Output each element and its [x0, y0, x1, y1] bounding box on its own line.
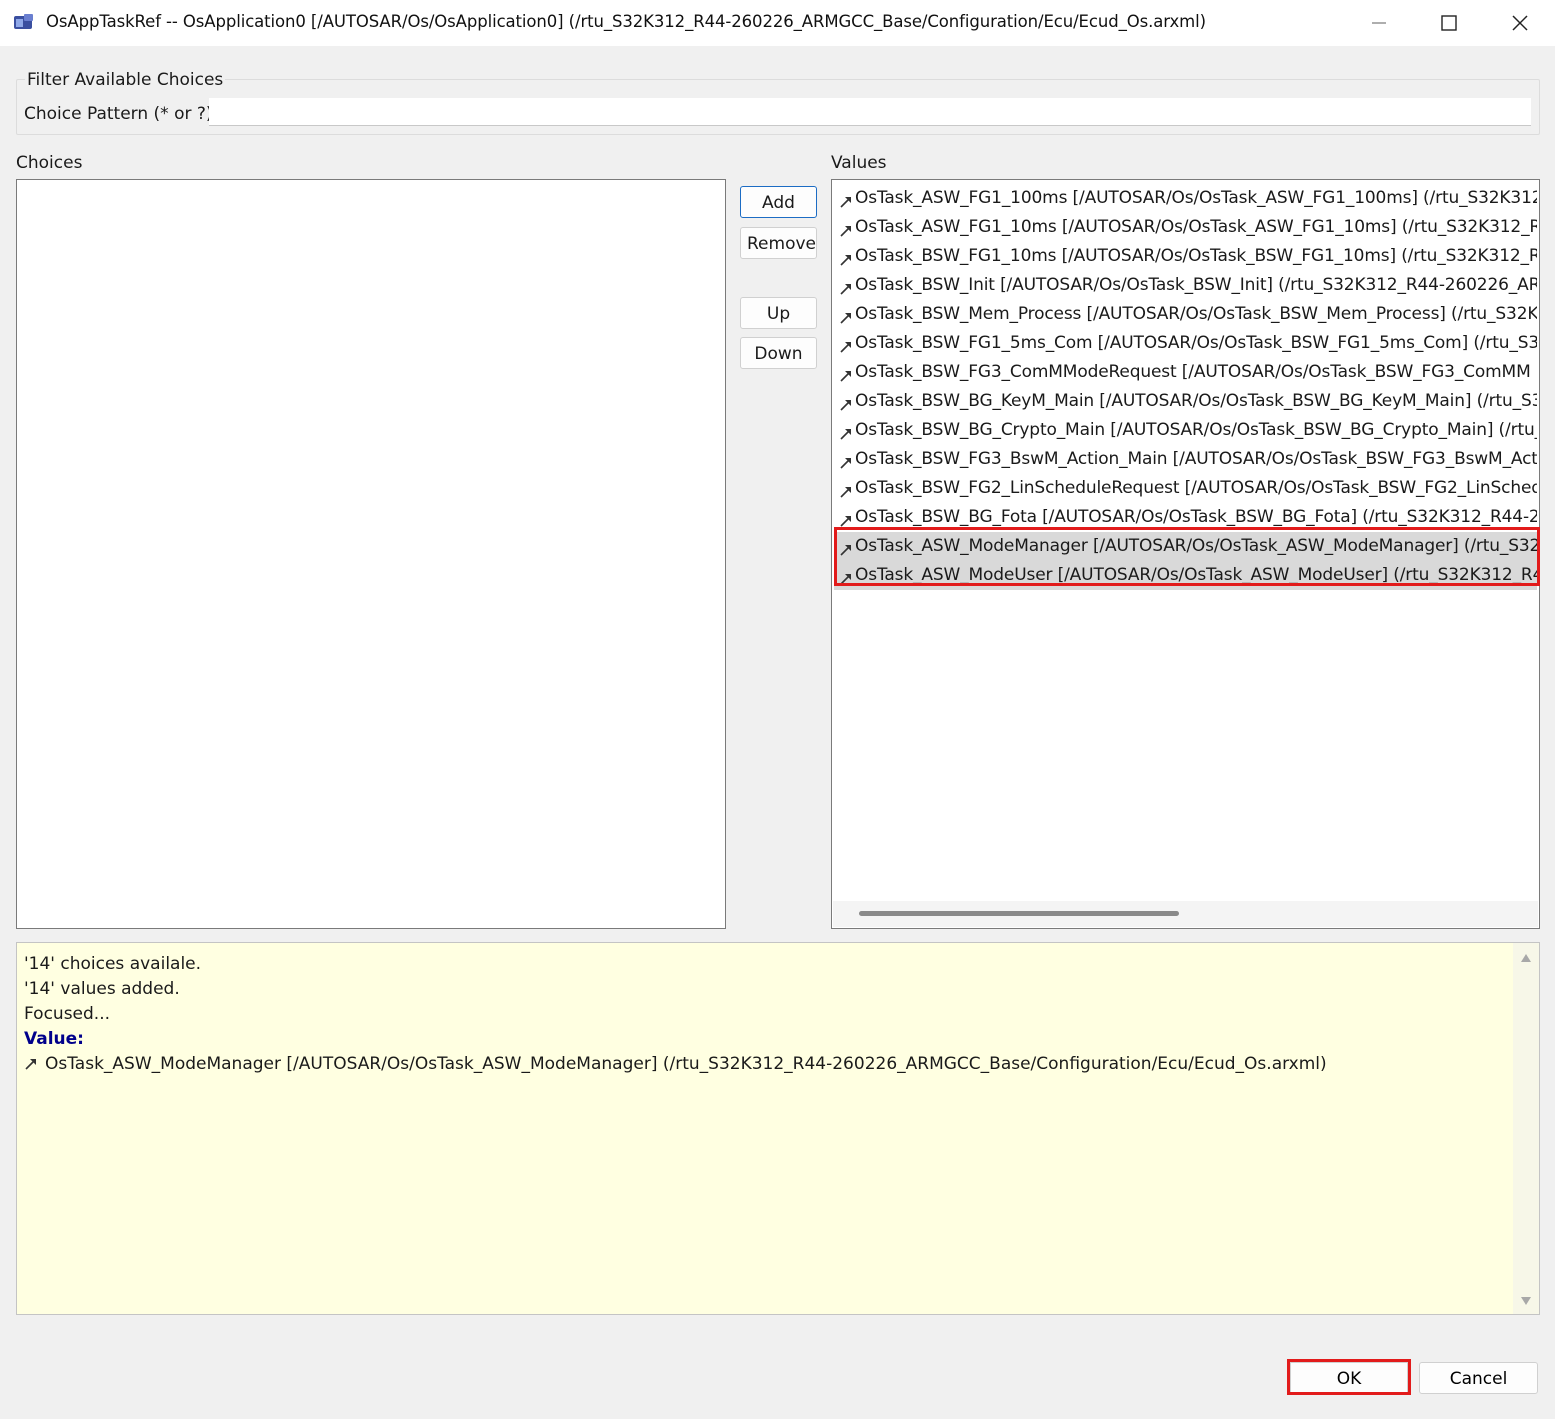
reference-arrow-icon — [839, 306, 853, 324]
value-list-item[interactable]: OsTask_ASW_ModeManager [/AUTOSAR/Os/OsTa… — [834, 532, 1537, 561]
value-item-label: OsTask_BSW_FG3_ComMModeRequest [/AUTOSAR… — [855, 362, 1531, 382]
choices-list[interactable] — [16, 179, 726, 929]
reference-arrow-icon — [839, 509, 853, 527]
filter-group-label: Filter Available Choices — [25, 70, 226, 90]
window-app-icon — [13, 13, 35, 31]
choice-pattern-label: Choice Pattern (* or ?) — [24, 104, 213, 124]
reference-arrow-icon — [839, 335, 853, 353]
value-heading: Value: — [24, 1029, 84, 1049]
value-item-label: OsTask_BSW_FG3_BswM_Action_Main [/AUTOSA… — [855, 449, 1537, 469]
value-item-label: OsTask_ASW_ModeUser [/AUTOSAR/Os/OsTask_… — [855, 565, 1537, 585]
choices-label: Choices — [16, 153, 83, 173]
info-vertical-scrollbar[interactable] — [1513, 943, 1539, 1314]
value-item-label: OsTask_BSW_BG_KeyM_Main [/AUTOSAR/Os/OsT… — [855, 391, 1537, 411]
value-item-label: OsTask_BSW_Init [/AUTOSAR/Os/OsTask_BSW_… — [855, 275, 1537, 295]
values-label: Values — [831, 153, 887, 173]
add-button[interactable]: Add — [740, 186, 817, 218]
value-item-label: OsTask_BSW_FG1_5ms_Com [/AUTOSAR/Os/OsTa… — [855, 333, 1537, 353]
up-button[interactable]: Up — [740, 297, 817, 329]
reference-arrow-icon — [839, 219, 853, 237]
scrollbar-thumb[interactable] — [859, 911, 1179, 916]
value-item-label: OsTask_BSW_Mem_Process [/AUTOSAR/Os/OsTa… — [855, 304, 1537, 324]
reference-arrow-icon — [839, 480, 853, 498]
info-line: Focused... — [24, 1004, 111, 1024]
info-line: '14' choices availale. — [24, 954, 202, 974]
value-list-item[interactable]: OsTask_BSW_FG3_ComMModeRequest [/AUTOSAR… — [834, 358, 1537, 387]
reference-arrow-icon — [839, 364, 853, 382]
value-list-item[interactable]: OsTask_BSW_FG3_BswM_Action_Main [/AUTOSA… — [834, 445, 1537, 474]
reference-arrow-icon — [839, 277, 853, 295]
value-item-label: OsTask_ASW_FG1_10ms [/AUTOSAR/Os/OsTask_… — [855, 217, 1537, 237]
reference-arrow-icon — [839, 190, 853, 208]
minimize-icon[interactable] — [1366, 10, 1392, 36]
values-list[interactable]: OsTask_ASW_FG1_100ms [/AUTOSAR/Os/OsTask… — [831, 179, 1540, 929]
value-list-item[interactable]: OsTask_BSW_BG_Fota [/AUTOSAR/Os/OsTask_B… — [834, 503, 1537, 532]
title-bar: OsAppTaskRef -- OsApplication0 [/AUTOSAR… — [0, 0, 1555, 46]
close-icon[interactable] — [1507, 10, 1533, 36]
value-list-item[interactable]: OsTask_BSW_BG_KeyM_Main [/AUTOSAR/Os/OsT… — [834, 387, 1537, 416]
reference-arrow-icon — [24, 1056, 38, 1070]
value-list-item[interactable]: OsTask_BSW_FG1_5ms_Com [/AUTOSAR/Os/OsTa… — [834, 329, 1537, 358]
reference-arrow-icon — [839, 393, 853, 411]
value-item-label: OsTask_ASW_FG1_100ms [/AUTOSAR/Os/OsTask… — [855, 188, 1537, 208]
value-list-item[interactable]: OsTask_BSW_BG_Crypto_Main [/AUTOSAR/Os/O… — [834, 416, 1537, 445]
down-button[interactable]: Down — [740, 337, 817, 369]
reference-arrow-icon — [839, 451, 853, 469]
window-title: OsAppTaskRef -- OsApplication0 [/AUTOSAR… — [46, 12, 1206, 31]
maximize-icon[interactable] — [1436, 10, 1462, 36]
reference-arrow-icon — [839, 567, 853, 585]
value-list-item[interactable]: OsTask_BSW_Mem_Process [/AUTOSAR/Os/OsTa… — [834, 300, 1537, 329]
value-list-item[interactable]: OsTask_ASW_FG1_10ms [/AUTOSAR/Os/OsTask_… — [834, 213, 1537, 242]
value-list-item[interactable]: OsTask_BSW_FG2_LinScheduleRequest [/AUTO… — [834, 474, 1537, 503]
reference-arrow-icon — [839, 422, 853, 440]
reference-arrow-icon — [839, 248, 853, 266]
value-list-item[interactable]: OsTask_BSW_FG1_10ms [/AUTOSAR/Os/OsTask_… — [834, 242, 1537, 271]
value-item-label: OsTask_BSW_BG_Fota [/AUTOSAR/Os/OsTask_B… — [855, 507, 1537, 527]
values-horizontal-scrollbar[interactable] — [833, 901, 1538, 927]
scroll-up-icon[interactable] — [1520, 953, 1532, 963]
values-rows: OsTask_ASW_FG1_100ms [/AUTOSAR/Os/OsTask… — [834, 184, 1537, 590]
reference-arrow-icon — [839, 538, 853, 556]
value-item-label: OsTask_BSW_BG_Crypto_Main [/AUTOSAR/Os/O… — [855, 420, 1537, 440]
value-detail-text: OsTask_ASW_ModeManager [/AUTOSAR/Os/OsTa… — [45, 1054, 1327, 1074]
value-item-label: OsTask_BSW_FG1_10ms [/AUTOSAR/Os/OsTask_… — [855, 246, 1537, 266]
value-list-item[interactable]: OsTask_ASW_ModeUser [/AUTOSAR/Os/OsTask_… — [834, 561, 1537, 590]
scroll-down-icon[interactable] — [1520, 1296, 1532, 1306]
value-item-label: OsTask_BSW_FG2_LinScheduleRequest [/AUTO… — [855, 478, 1537, 498]
remove-button[interactable]: Remove — [740, 227, 817, 259]
value-item-label: OsTask_ASW_ModeManager [/AUTOSAR/Os/OsTa… — [855, 536, 1537, 556]
ok-button[interactable]: OK — [1290, 1362, 1408, 1394]
info-panel: '14' choices availale. '14' values added… — [16, 942, 1540, 1315]
value-list-item[interactable]: OsTask_BSW_Init [/AUTOSAR/Os/OsTask_BSW_… — [834, 271, 1537, 300]
info-line: '14' values added. — [24, 979, 180, 999]
choice-pattern-input[interactable] — [209, 98, 1531, 126]
cancel-button[interactable]: Cancel — [1419, 1362, 1538, 1394]
value-list-item[interactable]: OsTask_ASW_FG1_100ms [/AUTOSAR/Os/OsTask… — [834, 184, 1537, 213]
